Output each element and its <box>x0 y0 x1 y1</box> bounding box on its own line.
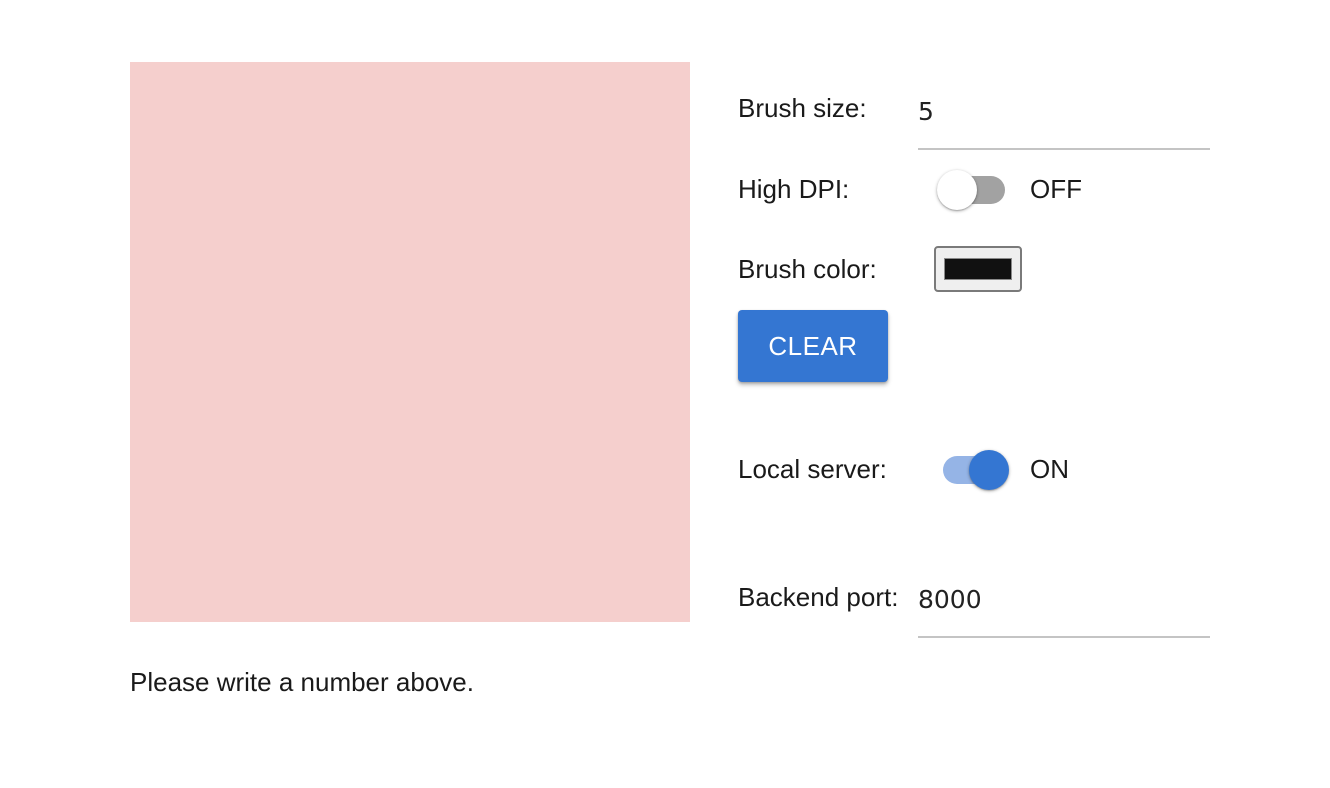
local-server-toggle[interactable] <box>937 448 1009 492</box>
local-server-state: ON <box>1030 454 1069 484</box>
page: Please write a number above. Brush size:… <box>0 0 1330 788</box>
backend-port-label: Backend port: <box>738 582 899 612</box>
backend-port-input[interactable] <box>918 582 1210 616</box>
clear-button[interactable]: CLEAR <box>738 310 888 382</box>
high-dpi-label: High DPI: <box>738 174 850 204</box>
hint-text: Please write a number above. <box>130 667 474 697</box>
drawing-canvas[interactable] <box>130 62 690 622</box>
brush-size-input[interactable] <box>918 94 1210 128</box>
brush-color-label: Brush color: <box>738 254 877 284</box>
high-dpi-toggle-thumb <box>937 170 977 210</box>
high-dpi-toggle[interactable] <box>937 168 1009 212</box>
brush-size-field <box>918 92 1210 150</box>
high-dpi-state: OFF <box>1030 174 1082 204</box>
local-server-label: Local server: <box>738 454 887 484</box>
brush-color-picker[interactable] <box>934 246 1022 292</box>
brush-size-label: Brush size: <box>738 93 867 123</box>
backend-port-field <box>918 580 1210 638</box>
local-server-toggle-thumb <box>969 450 1009 490</box>
brush-color-swatch <box>944 258 1012 280</box>
